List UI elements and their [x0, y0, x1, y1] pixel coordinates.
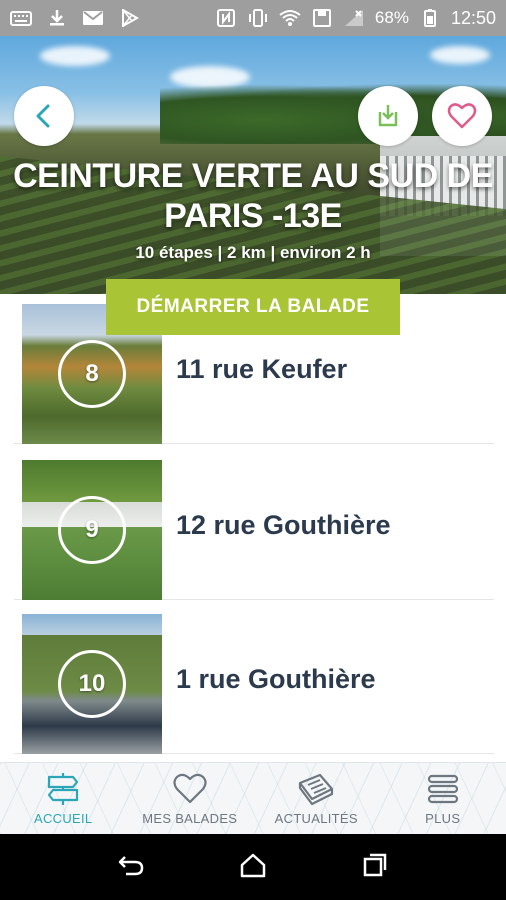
back-icon: [118, 855, 144, 875]
save-icon: [311, 9, 333, 27]
list-item[interactable]: 10 1 rue Gouthière: [14, 604, 494, 754]
heart-icon: [447, 103, 477, 129]
recents-icon: [363, 853, 387, 876]
step-photo: 10: [22, 614, 162, 754]
nav-label: MES BALADES: [142, 811, 238, 826]
nav-accueil[interactable]: ACCUEIL: [0, 763, 127, 834]
step-number: 8: [58, 340, 126, 408]
battery-icon: [419, 9, 441, 27]
clock: 12:50: [450, 7, 496, 28]
list-item[interactable]: 9 12 rue Gouthière: [14, 450, 494, 600]
download-icon: [46, 9, 68, 27]
nav-label: PLUS: [425, 811, 461, 826]
bottom-nav: ACCUEIL MES BALADES ACTUALITÉS PLUS: [0, 762, 506, 834]
signal-icon: [343, 9, 365, 27]
status-bar: 68% 12:50: [0, 0, 506, 36]
heart-icon: [173, 773, 207, 804]
favorite-button[interactable]: [432, 86, 492, 146]
steps-list[interactable]: 8 11 rue Keufer 9 12 rue Gouthière 10 1 …: [0, 294, 506, 762]
step-address: 1 rue Gouthière: [176, 663, 376, 694]
signpost-icon: [48, 773, 79, 805]
newspaper-icon: [299, 773, 334, 806]
keyboard-icon: [10, 9, 32, 27]
step-photo: 9: [22, 460, 162, 600]
gmail-icon: [82, 9, 104, 27]
back-button[interactable]: [14, 86, 74, 146]
start-walk-button[interactable]: DÉMARRER LA BALADE: [106, 279, 400, 335]
page-title: CEINTURE VERTE AU SUD DE PARIS -13E: [13, 157, 493, 235]
step-number: 9: [58, 496, 126, 564]
vibrate-icon: [247, 9, 269, 27]
nav-plus[interactable]: PLUS: [380, 763, 506, 834]
system-home-button[interactable]: [239, 851, 267, 884]
hero-banner: CEINTURE VERTE AU SUD DE PARIS -13E 10 é…: [0, 36, 506, 294]
battery-percent: 68%: [374, 8, 409, 27]
download-icon: [378, 105, 398, 127]
nav-label: ACCUEIL: [34, 811, 93, 826]
step-address: 12 rue Gouthière: [176, 509, 391, 540]
system-recents-button[interactable]: [361, 851, 389, 884]
system-nav-bar: [0, 834, 506, 900]
wifi-icon: [279, 9, 301, 27]
walk-meta: 10 étapes | 2 km | environ 2 h: [135, 243, 371, 262]
download-button[interactable]: [358, 86, 418, 146]
system-back-button[interactable]: [117, 851, 145, 884]
menu-icon: [427, 774, 458, 804]
nav-label: ACTUALITÉS: [274, 811, 358, 826]
nav-actualites[interactable]: ACTUALITÉS: [253, 763, 380, 834]
play-store-icon: [118, 9, 140, 27]
chevron-left-icon: [36, 104, 50, 128]
home-icon: [240, 853, 266, 877]
nav-mes-balades[interactable]: MES BALADES: [127, 763, 254, 834]
nfc-icon: [215, 9, 237, 27]
step-number: 10: [58, 650, 126, 718]
